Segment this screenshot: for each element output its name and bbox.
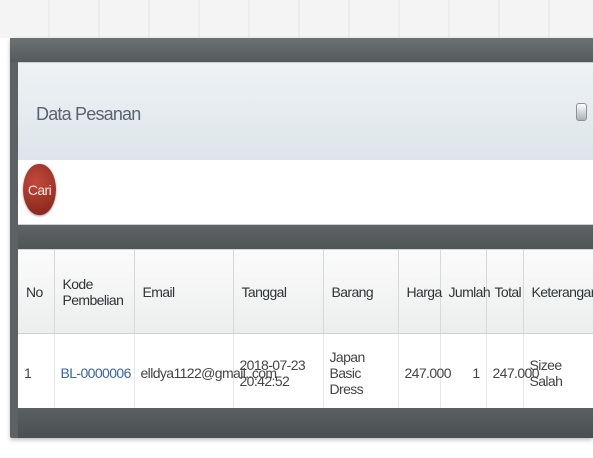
page-top-band [0, 0, 593, 38]
cari-button[interactable]: Cari [23, 164, 56, 215]
cell-no: 1 [18, 333, 55, 411]
panel-title: Data Pesanan [36, 104, 141, 124]
cell-tanggal: 2018-07-23 20:42:52 [233, 333, 324, 411]
header-kode-pembelian[interactable]: Kode Pembelian [54, 250, 135, 334]
header-jumlah[interactable]: Jumlah [440, 250, 491, 334]
header-no[interactable]: No [18, 250, 55, 334]
cell-barang: Japan Basic Dress [323, 333, 399, 411]
cell-total: 247.000 [486, 333, 540, 411]
collapse-handle-icon[interactable] [576, 103, 587, 121]
frame-bottom-bar [18, 408, 593, 438]
orders-panel-frame: Data Pesanan Cari No Kode Pembelian Emai… [10, 38, 593, 438]
panel-header: Data Pesanan [18, 62, 593, 162]
separator-strip [18, 225, 593, 249]
cell-email: elldya1122@gmail..com [134, 333, 277, 411]
orders-table: No Kode Pembelian Email Tanggal Barang H… [18, 250, 593, 411]
header-email[interactable]: Email [134, 250, 234, 334]
header-tanggal[interactable]: Tanggal [233, 250, 324, 334]
header-keterangan[interactable]: Keterangan [523, 250, 593, 334]
table-row: 1 BL-0000006 elldya1122@gmail..com 2018-… [18, 333, 593, 411]
cell-keterangan: Sizee Salah [523, 333, 593, 411]
toolbar: Cari [18, 160, 593, 225]
header-total[interactable]: Total [486, 250, 524, 334]
header-harga[interactable]: Harga [398, 250, 442, 334]
kode-pembelian-link[interactable]: BL-0000006 [61, 365, 132, 381]
frame-top-bar [10, 38, 593, 62]
orders-table-panel: No Kode Pembelian Email Tanggal Barang H… [18, 249, 593, 411]
cell-kode-pembelian: BL-0000006 [54, 333, 135, 411]
cell-harga: 247.000 [398, 333, 452, 411]
table-header-row: No Kode Pembelian Email Tanggal Barang H… [18, 250, 593, 334]
header-barang[interactable]: Barang [323, 250, 399, 334]
